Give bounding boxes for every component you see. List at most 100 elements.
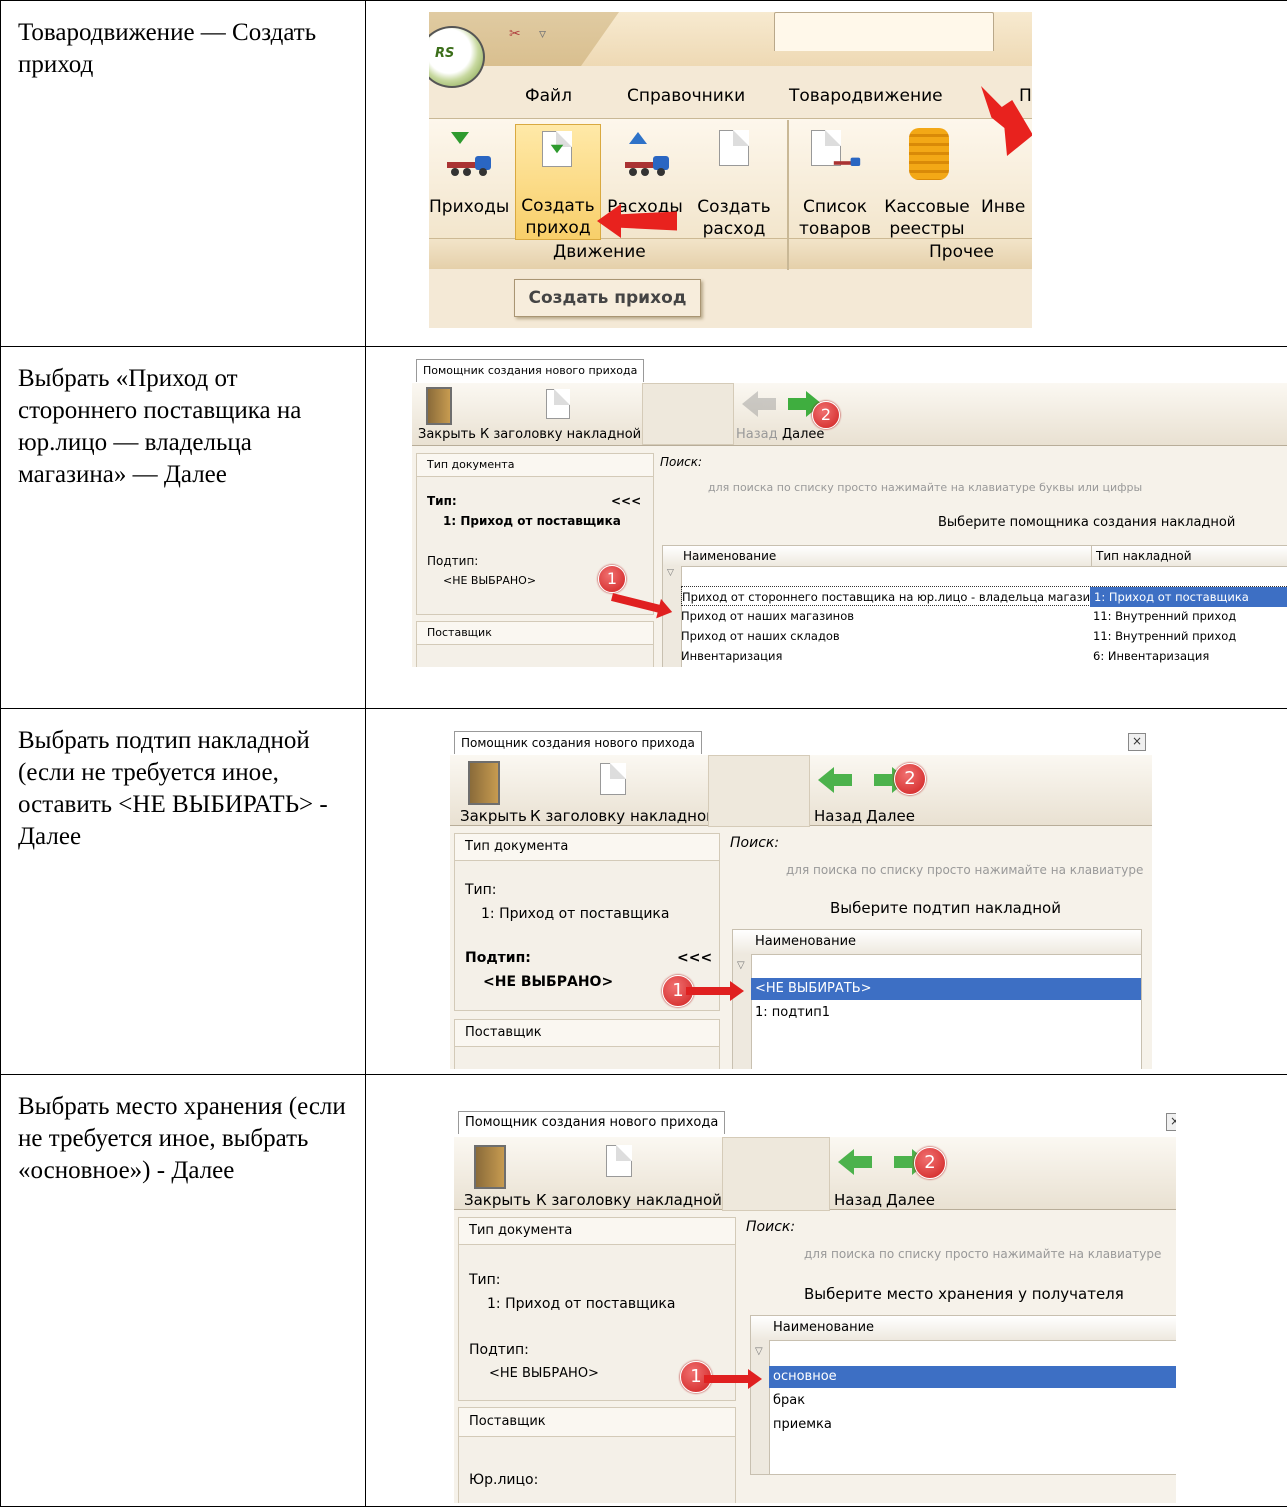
table-row: Товародвижение — Создать приход RS ✂ ▿ Ф… (0, 0, 1287, 347)
red-arrow-annotation (686, 981, 744, 1001)
group-other: Прочее (929, 242, 994, 262)
ribbon-screenshot: RS ✂ ▿ Файл Справочники Товародвижение П… (429, 12, 1032, 328)
grid-prompt: Выберите помощника создания накладной (938, 515, 1236, 530)
ribbon-tabs: Файл Справочники Товародвижение П (429, 78, 1032, 118)
tab-directories[interactable]: Справочники (627, 86, 745, 106)
column-header[interactable]: Наименование (755, 930, 856, 954)
back-arrow-icon (838, 1149, 874, 1175)
truck-icon (625, 156, 669, 176)
door-icon (474, 1145, 506, 1189)
screenshot-cell: RS ✂ ▿ Файл Справочники Товародвижение П… (365, 0, 1287, 347)
document-icon (546, 389, 570, 419)
step-badge: 2 (812, 401, 840, 429)
back-button[interactable]: Назад (736, 427, 778, 442)
next-button[interactable]: Далее (886, 1191, 935, 1209)
table-row: Выбрать подтип накладной (если не требуе… (0, 708, 1287, 1075)
filter-icon[interactable]: ▽ (737, 960, 745, 971)
grid-prompt: Выберите место хранения у получателя (804, 1285, 1124, 1303)
coins-icon (909, 128, 949, 180)
instruction-table: Товародвижение — Создать приход RS ✂ ▿ Ф… (0, 0, 1287, 1507)
document-icon (719, 130, 749, 166)
step-badge: 2 (914, 1147, 946, 1179)
next-button[interactable]: Далее (782, 427, 824, 442)
red-arrow-annotation (704, 1369, 762, 1389)
create-income-button[interactable]: Создать приход (515, 124, 601, 240)
column-header[interactable]: Наименование (773, 1316, 874, 1340)
goods-list-button[interactable]: Список товаров (795, 128, 875, 239)
to-header-button[interactable]: К заголовку накладной (536, 1191, 722, 1209)
table-row[interactable]: приемка (769, 1414, 1176, 1436)
incomes-button[interactable]: Приходы (429, 128, 509, 238)
dialog-tab[interactable]: Помощник создания нового прихода (416, 359, 645, 382)
instruction-text: Выбрать место хранения (если не требуетс… (0, 1074, 366, 1507)
table-row: Выбрать место хранения (если не требуетс… (0, 1074, 1287, 1507)
search-hint: для поиска по списку просто нажимайте на… (786, 863, 1144, 877)
supplier-panel: Поставщик Юр.лицо: (458, 1407, 736, 1503)
dialog-toolbar: Закрыть К заголовку накладной Назад Дале… (454, 1137, 1176, 1211)
next-button[interactable]: Далее (866, 807, 915, 825)
screenshot-cell: Помощник создания нового прихода × Закры… (365, 708, 1287, 1075)
back-button[interactable]: Назад (814, 807, 862, 825)
instruction-text: Товародвижение — Создать приход (0, 0, 366, 347)
filter-icon[interactable]: ▽ (667, 568, 674, 578)
table-row[interactable]: основное (769, 1366, 1176, 1388)
arrow-up-icon (629, 132, 647, 144)
create-expense-button[interactable]: Создать расход (691, 128, 777, 239)
to-header-button[interactable]: К заголовку накладной (530, 807, 716, 825)
dialog-toolbar: Закрыть К заголовку накладной Назад Дале… (450, 755, 1152, 827)
table-row[interactable]: 1: подтип1 (751, 1002, 1141, 1024)
tab-active-bg (774, 12, 994, 51)
search-hint: для поиска по списку просто нажимайте на… (804, 1247, 1162, 1261)
table-row[interactable]: <НЕ ВЫБИРАТЬ> (751, 978, 1141, 1000)
inventory-button[interactable]: Инве (981, 196, 1032, 218)
back-arrow-icon (742, 391, 778, 417)
helpers-grid: Наименование Тип накладной ▽ Приход от с… (662, 545, 1287, 667)
grid-prompt: Выберите подтип накладной (830, 899, 1061, 917)
step-badge: 1 (598, 565, 626, 593)
tab-file[interactable]: Файл (525, 86, 572, 106)
tab-goods-movement[interactable]: Товародвижение (789, 86, 943, 106)
group-movement: Движение (553, 242, 646, 262)
back-arrow-icon (818, 767, 854, 793)
wizard-dialog: Помощник создания нового прихода × Закры… (454, 1107, 1176, 1503)
wizard-dialog: Помощник создания нового прихода Закрыть… (412, 357, 1287, 667)
empty-button (642, 383, 734, 445)
dropdown-icon[interactable]: ▿ (539, 26, 546, 42)
supplier-panel: Поставщик (416, 621, 654, 667)
instruction-text: Выбрать «Приход от стороннего поставщика… (0, 346, 366, 709)
table-row: Выбрать «Приход от стороннего поставщика… (0, 346, 1287, 709)
table-row[interactable]: Приход от наших складов 11: Внутренний п… (681, 626, 1287, 646)
close-icon[interactable]: × (1166, 1113, 1176, 1131)
tab-next[interactable]: П (1019, 86, 1032, 106)
plug-icon[interactable]: ✂ (509, 26, 521, 42)
dialog-tab[interactable]: Помощник создания нового прихода (458, 1111, 726, 1134)
empty-button (722, 1137, 830, 1211)
arrow-down-icon (451, 132, 469, 144)
table-row[interactable]: Инвентаризация 6: Инвентаризация (681, 646, 1287, 666)
document-icon (606, 1145, 632, 1177)
storage-grid: Наименование ▽ основное брак приемка (750, 1315, 1176, 1475)
supplier-panel: Поставщик (454, 1019, 720, 1069)
door-icon (468, 761, 500, 805)
dialog-tab[interactable]: Помощник создания нового прихода (454, 731, 702, 754)
cash-registers-button[interactable]: Кассовые реестры (879, 128, 975, 239)
column-header[interactable]: Наименование (683, 546, 776, 566)
dialog-toolbar: Закрыть К заголовку накладной Назад Дале… (412, 383, 1287, 446)
close-icon[interactable]: × (1128, 733, 1146, 751)
to-header-button[interactable]: К заголовку накладной (480, 427, 641, 442)
step-badge: 2 (894, 763, 926, 795)
table-row[interactable]: Приход от стороннего поставщика на юр.ли… (681, 586, 1287, 607)
empty-button (708, 755, 810, 827)
close-button[interactable]: Закрыть (464, 1191, 531, 1209)
close-button[interactable]: Закрыть (460, 807, 527, 825)
table-row[interactable]: Приход от наших магазинов 11: Внутренний… (681, 606, 1287, 626)
column-header[interactable]: Тип накладной (1091, 546, 1192, 566)
table-row[interactable]: брак (769, 1390, 1176, 1412)
wizard-dialog: Помощник создания нового прихода × Закры… (450, 729, 1152, 1069)
back-button[interactable]: Назад (834, 1191, 882, 1209)
filter-icon[interactable]: ▽ (755, 1346, 763, 1357)
screenshot-cell: Помощник создания нового прихода × Закры… (365, 1074, 1287, 1507)
close-button[interactable]: Закрыть (418, 427, 476, 442)
truck-icon (447, 156, 491, 176)
document-icon (600, 763, 626, 795)
